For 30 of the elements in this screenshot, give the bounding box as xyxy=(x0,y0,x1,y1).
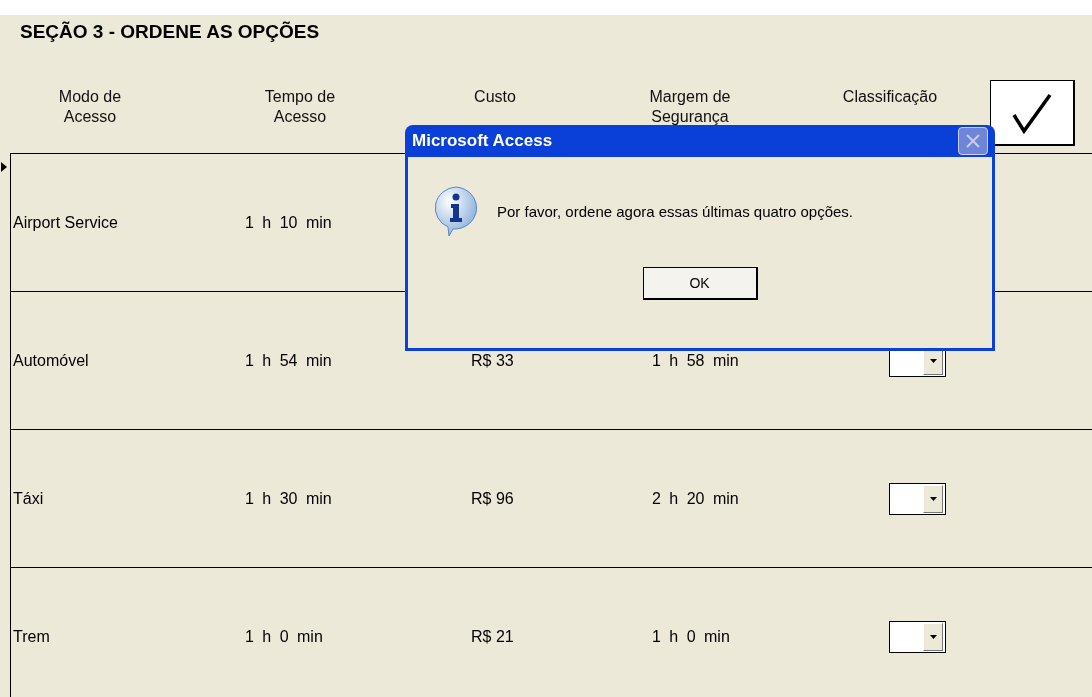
column-header: Tempo de Acesso xyxy=(263,87,337,127)
rank-dropdown[interactable] xyxy=(889,620,946,653)
ok-button[interactable]: OK xyxy=(642,267,758,300)
table-cell-text: 1 h 30 min xyxy=(245,489,333,508)
table-cell-text: Automóvel xyxy=(12,351,90,370)
column-header: Modo de Acesso xyxy=(57,87,123,127)
table-cell-text: 1 h 58 min xyxy=(652,351,740,370)
column-header: Margem de Segurança xyxy=(648,87,732,127)
rank-dropdown[interactable] xyxy=(889,482,946,515)
dropdown-arrow-icon xyxy=(929,634,937,639)
dialog-message: Por favor, ordene agora essas últimas quatro opções. xyxy=(497,202,854,220)
confirm-button[interactable] xyxy=(990,80,1075,146)
table-cell-text: 1 h 0 min xyxy=(245,627,324,646)
table-cell-text: 1 h 0 min xyxy=(652,627,731,646)
table-cell-text: 1 h 54 min xyxy=(245,351,333,370)
section-title: SEÇÃO 3 - ORDENE AS OPÇÕES xyxy=(19,20,321,44)
close-icon xyxy=(966,134,980,148)
dialog-title: Microsoft Access xyxy=(412,131,553,151)
table-cell-text: R$ 21 xyxy=(471,627,515,646)
table-cell-text: 1 h 10 min xyxy=(245,213,333,232)
table-cell-text: Airport Service xyxy=(12,213,119,232)
table-cell-text: 2 h 20 min xyxy=(652,489,740,508)
column-header: Classificação xyxy=(841,87,939,107)
column-header: Custo xyxy=(473,87,517,107)
table-cell-text: Trem xyxy=(12,627,51,646)
table-cell-text: R$ 33 xyxy=(471,351,515,370)
table-cell-text: R$ 96 xyxy=(471,489,515,508)
table-cell-text: Táxi xyxy=(12,489,45,508)
dropdown-arrow-icon xyxy=(929,496,937,501)
dropdown-arrow-icon xyxy=(929,358,937,363)
